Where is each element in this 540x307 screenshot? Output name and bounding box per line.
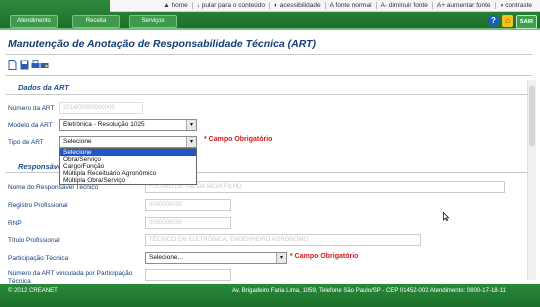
util-contrast-link[interactable]: ◑ contraste [494, 2, 536, 9]
nav-atendimento[interactable]: Atendimento [10, 15, 58, 28]
scrollbar-thumb[interactable] [529, 86, 535, 146]
section-divider [6, 94, 530, 95]
numero-art-field[interactable]: 2014/00000000000 [59, 102, 143, 114]
chevron-down-icon: ▾ [186, 137, 196, 147]
tipo-required-flag: * Campo Obrigatório [204, 136, 273, 143]
top-bar: ▲ home ↓ pular para o conteúdo ◐ acessib… [0, 0, 540, 30]
nav-servicos[interactable]: Serviços [129, 15, 177, 28]
mouse-cursor-icon [443, 212, 449, 221]
util-font-normal-link[interactable]: A fonte normal [324, 2, 376, 9]
nome-field[interactable]: FULANO DE TAL DA SILVA FILHO [145, 181, 505, 193]
tipo-art-dropdown-list: Selecione Obra/Serviço Cargo/Função Múlt… [59, 148, 197, 185]
vertical-scrollbar[interactable] [527, 80, 536, 280]
dropdown-option-selecione[interactable]: Selecione [60, 149, 196, 156]
chevron-down-icon: ▾ [276, 253, 286, 263]
modelo-art-label: Modelo da ART [8, 122, 53, 129]
printer-settings-icon[interactable] [40, 60, 49, 70]
toolbar-divider [6, 75, 532, 76]
footer-address: Av. Brigadeiro Faria Lima, 1059, Telefon… [232, 288, 506, 294]
tipo-art-value: Selecione [63, 138, 92, 145]
utility-links: ▲ home ↓ pular para o conteúdo ◐ acessib… [110, 0, 540, 12]
participacao-required-text: Campo Obrigatório [294, 253, 359, 260]
nav-receita[interactable]: Receita [72, 15, 120, 28]
vinculada-field[interactable] [145, 269, 231, 281]
new-document-icon[interactable] [8, 60, 17, 70]
modelo-art-value: Eletrônica - Resolução 1025 [63, 121, 145, 128]
nome-label: Nome do Responsável Técnico [8, 184, 99, 191]
dropdown-option-obra-servico[interactable]: Obra/Serviço [60, 156, 196, 163]
title-divider [6, 54, 532, 55]
util-font-increase-link[interactable]: A+ aumentar fonte [431, 2, 495, 9]
chevron-down-icon: ▾ [186, 120, 196, 130]
numero-art-label: Número da ART [8, 105, 55, 112]
page-title: Manutenção de Anotação de Responsabilida… [8, 38, 317, 50]
help-icon[interactable]: ? [488, 15, 499, 27]
rnp-field[interactable]: 0000000000 [145, 217, 231, 229]
tipo-art-label: Tipo de ART [8, 139, 44, 146]
dropdown-option-multipla-obra-servico[interactable]: Múltipla Obra/Serviço [60, 177, 196, 184]
util-accessibility-link[interactable]: ◐ acessibilidade [269, 2, 325, 9]
save-icon[interactable] [20, 60, 29, 70]
exit-icon[interactable]: SAIR [516, 15, 537, 29]
participacao-required-flag: * Campo Obrigatório [290, 253, 359, 260]
titulo-field[interactable]: TÉCNICO EM ELETRÔNICA, ENGENHEIRO AGRÔNO… [145, 234, 421, 246]
modelo-art-select[interactable]: Eletrônica - Resolução 1025 ▾ [59, 119, 197, 131]
section-responsavel: Responsável [18, 162, 65, 171]
dropdown-option-multipla-receituario[interactable]: Múltipla Receituário Agronômico [60, 170, 196, 177]
participacao-value: Selecione... [149, 254, 183, 261]
footer: © 2012 CREANET Av. Brigadeiro Faria Lima… [0, 284, 540, 307]
registro-field[interactable]: 0000000000 [145, 199, 231, 211]
print-icon[interactable] [31, 60, 40, 70]
util-font-decrease-link[interactable]: A- diminuir fonte [375, 2, 432, 9]
registro-label: Registro Profissional [8, 202, 68, 209]
util-skip-link[interactable]: ↓ pular para o conteúdo [191, 2, 269, 9]
section-dados-da-art: Dados da ART [18, 83, 69, 92]
util-home-link[interactable]: ▲ home [159, 2, 192, 9]
tipo-art-select[interactable]: Selecione ▾ [59, 136, 197, 148]
tipo-required-text: Campo Obrigatório [208, 136, 273, 143]
footer-copyright: © 2012 CREANET [8, 288, 58, 294]
rnp-label: RNP [8, 220, 22, 227]
participacao-select[interactable]: Selecione... ▾ [145, 252, 287, 264]
home-icon[interactable]: ⌂ [502, 15, 513, 27]
titulo-label: Título Profissional [8, 237, 60, 244]
participacao-label: Participação Técnica [8, 255, 69, 262]
dropdown-option-cargo-funcao[interactable]: Cargo/Função [60, 163, 196, 170]
